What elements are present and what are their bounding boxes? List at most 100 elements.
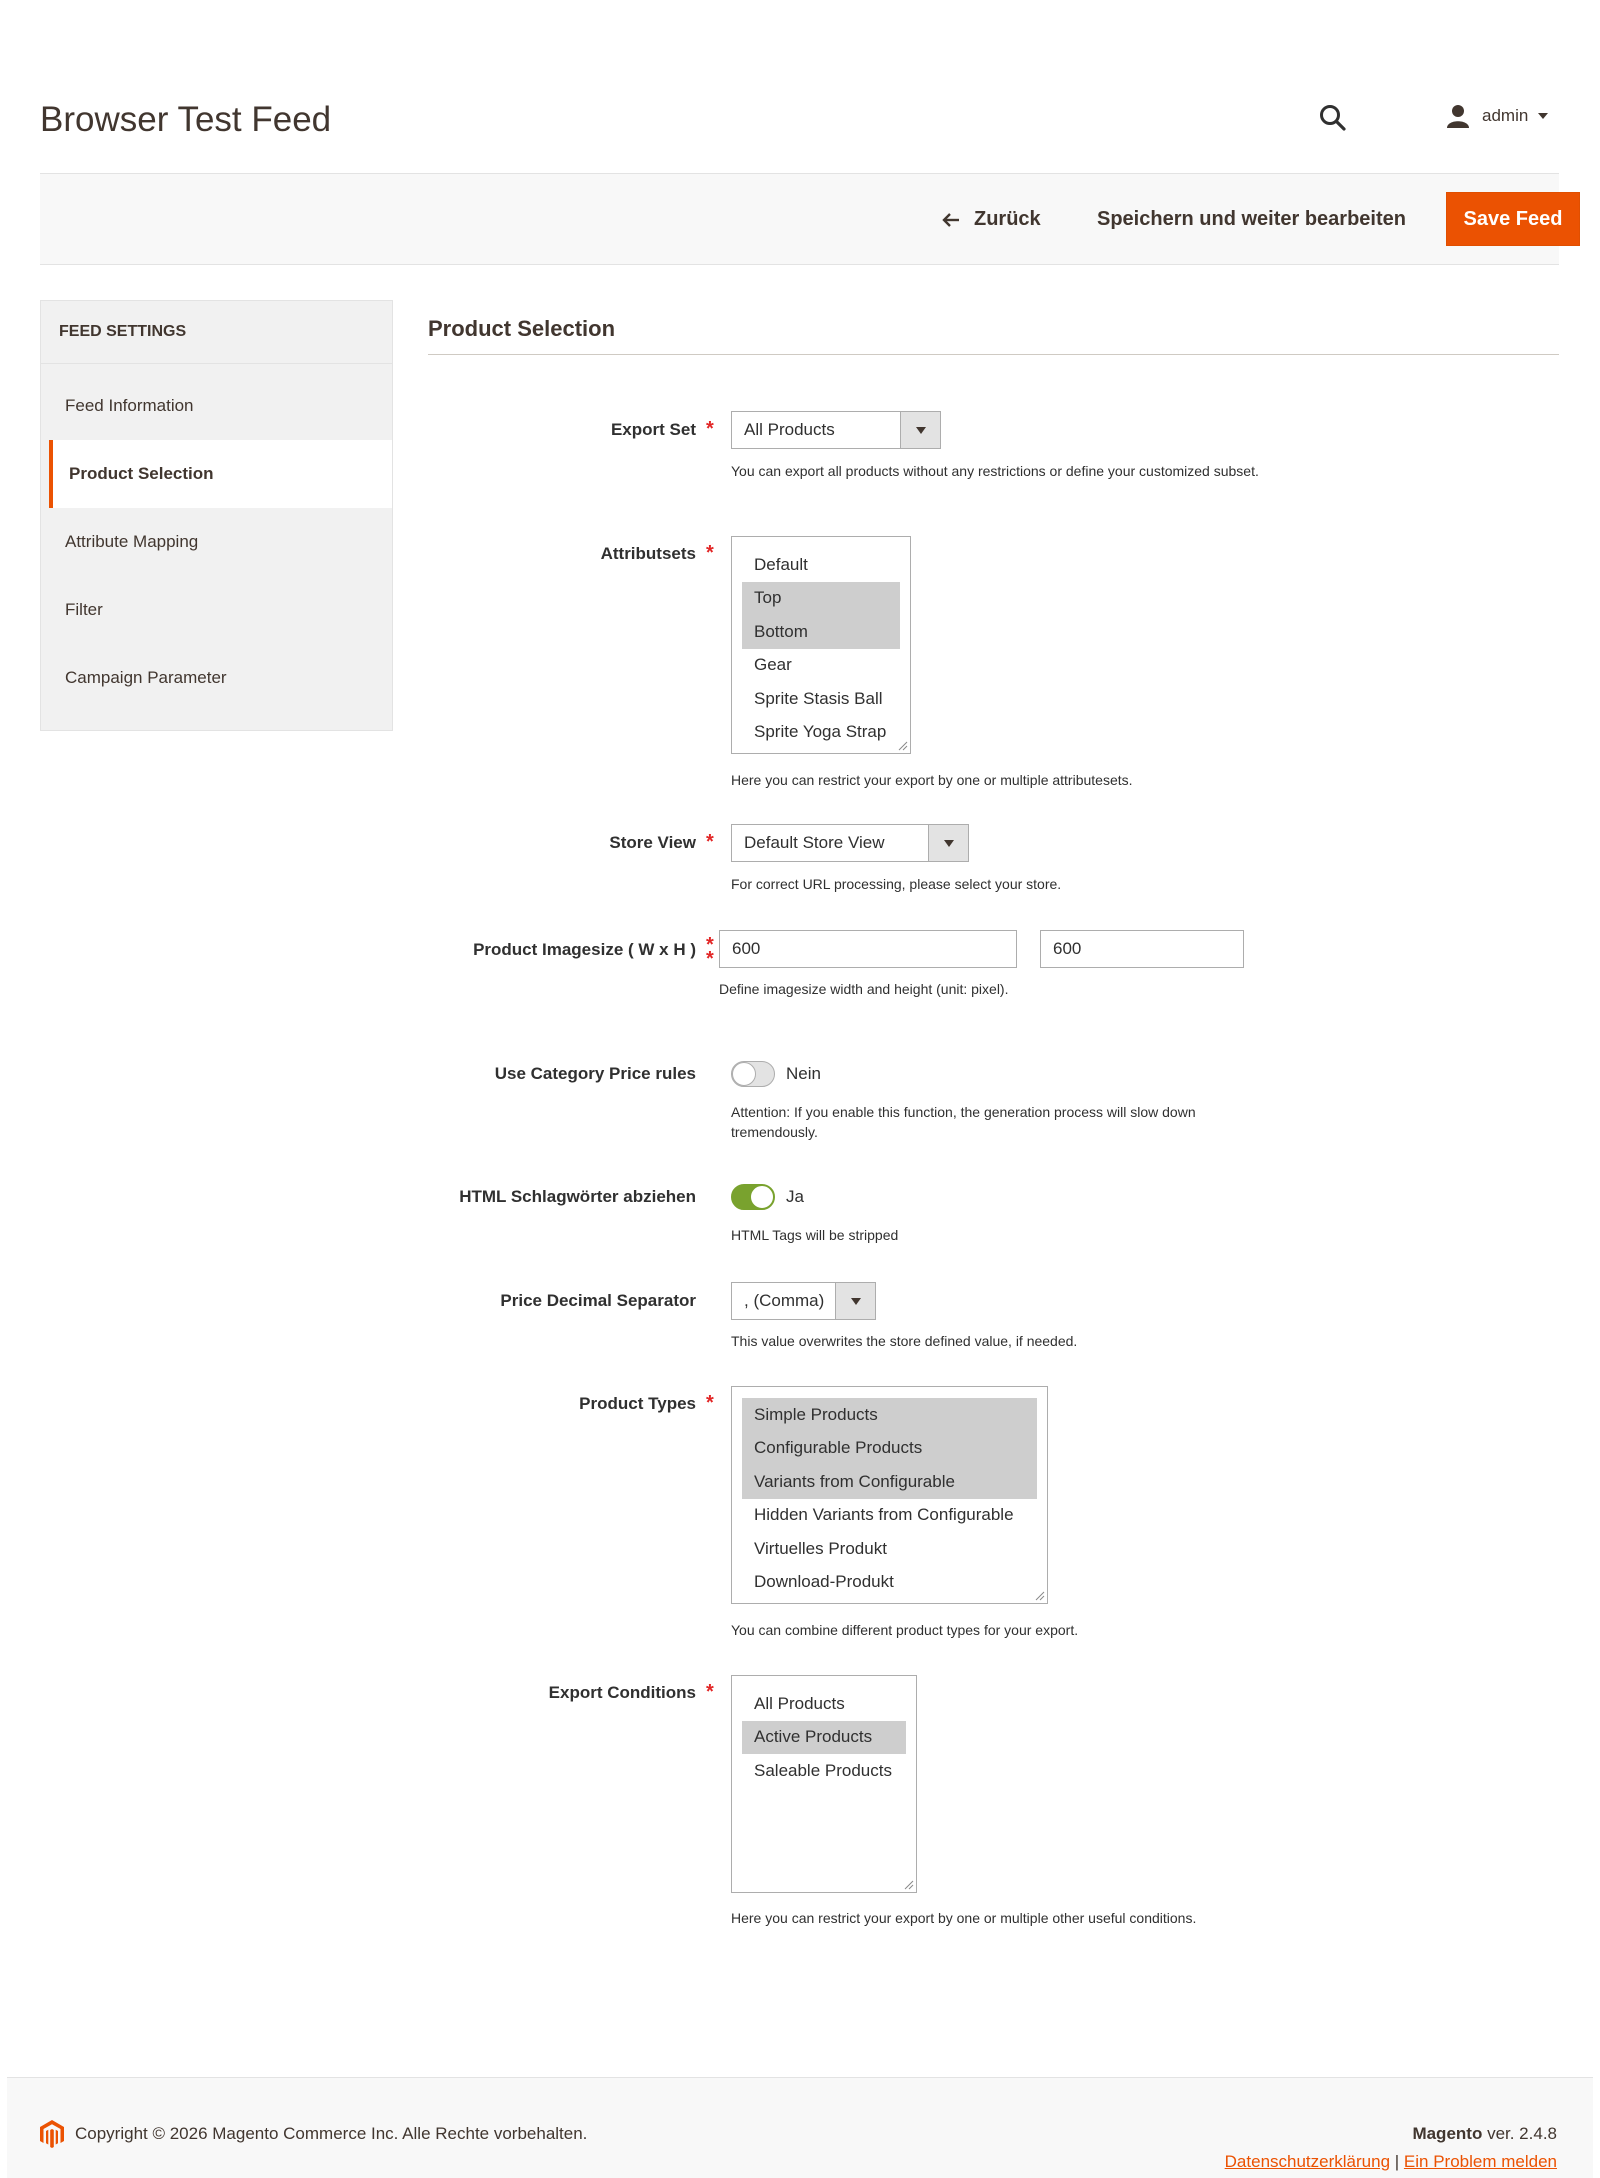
sidebar-nav: Feed Information Product Selection Attri… — [41, 364, 392, 712]
sidebar-item-product-selection[interactable]: Product Selection — [49, 440, 392, 508]
attributeset-option-sprite-yoga-strap[interactable]: Sprite Yoga Strap — [742, 716, 900, 750]
export-set-label: Export Set — [610, 420, 696, 439]
category-price-rules-toggle[interactable] — [731, 1061, 775, 1087]
strip-html-label: HTML Schlagwörter abziehen — [459, 1187, 696, 1206]
strip-html-note: HTML Tags will be stripped — [731, 1227, 899, 1243]
save-feed-button[interactable]: Save Feed — [1446, 192, 1580, 246]
required-marker: * — [706, 1681, 714, 1703]
caret-down-icon — [850, 1297, 861, 1305]
product-type-option-variants[interactable]: Variants from Configurable — [742, 1465, 1037, 1499]
product-type-option-virtual[interactable]: Virtuelles Produkt — [742, 1532, 1037, 1566]
resize-grip-icon[interactable] — [898, 741, 908, 751]
resize-grip-icon[interactable] — [904, 1880, 914, 1890]
back-button-label: Zurück — [974, 208, 1041, 230]
footer-link-separator: | — [1394, 2152, 1400, 2171]
sidebar-item-label: Product Selection — [69, 464, 214, 483]
product-types-label: Product Types — [579, 1394, 696, 1413]
product-type-option-download[interactable]: Download-Produkt — [742, 1566, 1037, 1600]
product-type-option-configurable[interactable]: Configurable Products — [742, 1431, 1037, 1465]
export-condition-option-active[interactable]: Active Products — [742, 1720, 906, 1754]
footer-version-number: ver. 2.4.8 — [1487, 2124, 1557, 2143]
export-condition-option-all[interactable]: All Products — [742, 1687, 906, 1721]
page-actions-bar: Zurück Speichern und weiter bearbeiten S… — [40, 173, 1580, 265]
page-title: Browser Test Feed — [40, 100, 332, 139]
required-marker: * — [706, 1392, 714, 1414]
price-decimal-select[interactable]: , (Comma) — [731, 1282, 876, 1320]
footer-links: Datenschutzerklärung | Ein Problem melde… — [1225, 2152, 1557, 2172]
arrow-left-icon — [942, 212, 959, 227]
price-decimal-value: , (Comma) — [744, 1291, 825, 1310]
sidebar-item-attribute-mapping[interactable]: Attribute Mapping — [41, 508, 392, 576]
category-price-rules-note: Attention: If you enable this function, … — [731, 1104, 1196, 1140]
image-width-input[interactable] — [719, 930, 1017, 968]
section-divider — [428, 354, 1559, 355]
privacy-link[interactable]: Datenschutzerklärung — [1225, 2152, 1390, 2171]
dropdown-button[interactable] — [928, 825, 968, 861]
dropdown-button[interactable] — [835, 1283, 875, 1319]
category-price-rules-state: Nein — [786, 1064, 821, 1083]
imagesize-note: Define imagesize width and height (unit:… — [719, 981, 1009, 997]
price-decimal-note: This value overwrites the store defined … — [731, 1333, 1078, 1349]
export-set-note: You can export all products without any … — [731, 463, 1259, 479]
strip-html-toggle[interactable] — [731, 1184, 775, 1210]
attributeset-option-top[interactable]: Top — [742, 581, 900, 615]
required-marker: * — [706, 542, 714, 564]
footer-version: Magento ver. 2.4.8 — [1412, 2124, 1557, 2144]
export-set-value: All Products — [744, 420, 835, 439]
sidebar-item-filter[interactable]: Filter — [41, 576, 392, 644]
store-view-label: Store View — [609, 833, 696, 852]
attributesets-label: Attributsets — [600, 544, 696, 563]
sidebar-item-label: Filter — [65, 600, 103, 619]
sidebar-title: FEED SETTINGS — [41, 301, 392, 364]
required-marker: * * — [706, 934, 714, 970]
export-conditions-note: Here you can restrict your export by one… — [731, 1910, 1197, 1926]
toggle-knob — [750, 1185, 774, 1209]
feed-settings-sidebar: FEED SETTINGS Feed Information Product S… — [40, 300, 393, 731]
attributesets-note: Here you can restrict your export by one… — [731, 772, 1133, 788]
export-condition-option-saleable[interactable]: Saleable Products — [742, 1754, 906, 1788]
attributeset-option-bottom[interactable]: Bottom — [742, 615, 900, 649]
back-button[interactable]: Zurück — [942, 208, 1041, 231]
store-view-select[interactable]: Default Store View — [731, 824, 969, 862]
store-view-value: Default Store View — [744, 833, 885, 852]
export-conditions-label: Export Conditions — [548, 1683, 696, 1702]
sidebar-item-feed-information[interactable]: Feed Information — [41, 372, 392, 440]
toggle-knob — [732, 1062, 756, 1086]
image-height-input[interactable] — [1040, 930, 1244, 968]
save-and-continue-button[interactable]: Speichern und weiter bearbeiten — [1097, 208, 1406, 231]
sidebar-item-label: Campaign Parameter — [65, 668, 227, 687]
magento-logo-icon — [40, 2120, 64, 2148]
imagesize-label: Product Imagesize ( W x H ) — [473, 940, 696, 959]
store-view-note: For correct URL processing, please selec… — [731, 876, 1062, 892]
product-types-multiselect[interactable]: Simple Products Configurable Products Va… — [731, 1386, 1048, 1604]
price-decimal-label: Price Decimal Separator — [500, 1291, 696, 1310]
product-types-note: You can combine different product types … — [731, 1622, 1079, 1638]
product-type-option-hidden-variants[interactable]: Hidden Variants from Configurable — [742, 1499, 1037, 1533]
sidebar-item-campaign-parameter[interactable]: Campaign Parameter — [41, 644, 392, 712]
attributeset-option-sprite-stasis-ball[interactable]: Sprite Stasis Ball — [742, 682, 900, 716]
required-marker: * — [706, 831, 714, 853]
report-problem-link[interactable]: Ein Problem melden — [1404, 2152, 1557, 2171]
attributeset-option-default[interactable]: Default — [742, 548, 900, 582]
user-icon — [1447, 105, 1469, 128]
attributeset-option-gear[interactable]: Gear — [742, 649, 900, 683]
attributesets-multiselect[interactable]: Default Top Bottom Gear Sprite Stasis Ba… — [731, 536, 911, 754]
sidebar-item-label: Feed Information — [65, 396, 194, 415]
caret-down-icon — [915, 426, 926, 434]
product-type-option-simple[interactable]: Simple Products — [742, 1398, 1037, 1432]
caret-down-icon — [943, 839, 954, 847]
export-set-select[interactable]: All Products — [731, 411, 941, 449]
search-icon[interactable] — [1318, 103, 1348, 133]
section-title: Product Selection — [428, 316, 616, 341]
category-price-rules-label: Use Category Price rules — [494, 1064, 696, 1083]
required-marker: * — [706, 418, 714, 440]
dropdown-button[interactable] — [900, 412, 940, 448]
resize-grip-icon[interactable] — [1035, 1591, 1045, 1601]
page-footer: Copyright © 2026 Magento Commerce Inc. A… — [7, 2077, 1593, 2178]
admin-username: admin — [1482, 106, 1529, 125]
footer-copyright: Copyright © 2026 Magento Commerce Inc. A… — [75, 2124, 588, 2143]
footer-brand: Magento — [1412, 2124, 1483, 2143]
export-conditions-multiselect[interactable]: All Products Active Products Saleable Pr… — [731, 1675, 917, 1893]
admin-user-menu[interactable]: admin — [1446, 102, 1549, 130]
chevron-down-icon — [1538, 113, 1549, 119]
